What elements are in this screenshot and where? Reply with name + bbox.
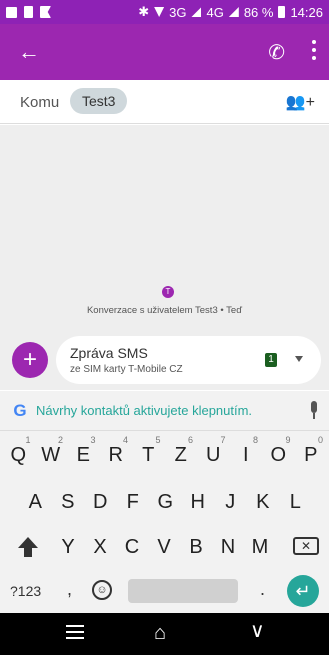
key-f[interactable]: F: [117, 480, 150, 524]
key-o[interactable]: O9: [262, 433, 295, 477]
sim-icon: 1: [265, 353, 277, 367]
key-i[interactable]: I8: [230, 433, 263, 477]
key-r[interactable]: R4: [100, 433, 133, 477]
key-v[interactable]: V: [148, 525, 180, 569]
key-k[interactable]: K: [247, 480, 280, 524]
home-icon[interactable]: ⌂: [154, 623, 166, 643]
sim-info: ze SIM karty T-Mobile CZ: [70, 364, 183, 375]
key-j[interactable]: J: [214, 480, 247, 524]
phone-icon[interactable]: ✆: [268, 40, 285, 65]
battery-icon: [278, 6, 286, 18]
comma-key[interactable]: ,: [67, 579, 72, 600]
key-e[interactable]: E3: [67, 433, 100, 477]
key-hint: 0: [317, 435, 323, 445]
key-g[interactable]: G: [149, 480, 182, 524]
key-hint: 3: [90, 435, 96, 445]
key-c[interactable]: C: [116, 525, 148, 569]
suggestion-text[interactable]: Návrhy kontaktů aktivujete klepnutím.: [36, 403, 252, 418]
message-field[interactable]: Zpráva SMS ze SIM karty T-Mobile CZ 1: [56, 336, 321, 384]
key-x[interactable]: X: [84, 525, 116, 569]
key-hint: 4: [122, 435, 128, 445]
key-hint: 1: [25, 435, 31, 445]
menu-icon[interactable]: [66, 625, 84, 639]
key-u[interactable]: U7: [197, 433, 230, 477]
key-hint: 2: [57, 435, 63, 445]
key-y[interactable]: Y: [52, 525, 84, 569]
key-a[interactable]: A: [19, 480, 52, 524]
key-t[interactable]: T5: [132, 433, 165, 477]
app-bar: ← ✆: [0, 24, 329, 80]
google-icon[interactable]: G: [10, 401, 30, 421]
chevron-down-icon[interactable]: [295, 356, 303, 362]
key-z[interactable]: Z6: [165, 433, 198, 477]
key-hint: 8: [252, 435, 258, 445]
clock: 14:26: [290, 4, 323, 20]
signal-icon: [191, 7, 202, 17]
network2-label: 4G: [206, 4, 224, 20]
key-hint: 7: [220, 435, 226, 445]
compose-row: + Zpráva SMS ze SIM karty T-Mobile CZ 1: [0, 330, 329, 390]
key-row-2: ASDFGHJKL: [0, 480, 329, 524]
key-w[interactable]: W2: [35, 433, 68, 477]
key-m[interactable]: M: [244, 525, 276, 569]
shift-icon[interactable]: [18, 537, 38, 557]
emoji-icon[interactable]: ☺: [92, 580, 112, 600]
status-bar: ✱ 3G 4G 86 % 14:26: [0, 0, 329, 24]
key-n[interactable]: N: [212, 525, 244, 569]
signal2-icon: [228, 7, 239, 17]
key-hint: 5: [155, 435, 161, 445]
key-p[interactable]: P0: [295, 433, 328, 477]
suggestion-strip[interactable]: G Návrhy kontaktů aktivujete klepnutím.: [0, 391, 329, 431]
symbols-key[interactable]: ?123: [10, 583, 41, 599]
keyboard: G Návrhy kontaktů aktivujete klepnutím. …: [0, 391, 329, 613]
attach-button[interactable]: +: [12, 342, 48, 378]
back-triangle-icon[interactable]: ∨: [250, 621, 265, 641]
document-icon: [24, 6, 33, 18]
key-h[interactable]: H: [182, 480, 215, 524]
backspace-icon[interactable]: ✕: [293, 537, 319, 555]
flag-icon: [40, 6, 51, 18]
key-hint: 9: [285, 435, 291, 445]
key-row-bottom: ?123 , ☺ . ↵: [0, 569, 329, 613]
conversation-info: Konverzace s uživatelem Test3 • Teď: [86, 305, 243, 316]
key-s[interactable]: S: [52, 480, 85, 524]
message-placeholder: Zpráva SMS: [70, 345, 148, 361]
notification-icons: [6, 6, 51, 18]
key-row-1: Q1W2E3R4T5Z6U7I8O9P0: [0, 433, 329, 477]
recipient-label: Komu: [20, 94, 60, 111]
battery-percent: 86 %: [243, 4, 274, 20]
wifi-icon: [154, 7, 165, 17]
image-icon: [6, 6, 17, 18]
recipient-chip[interactable]: Test3: [70, 88, 128, 114]
period-key[interactable]: .: [260, 579, 265, 600]
system-icons: ✱ 3G 4G 86 % 14:26: [138, 4, 323, 20]
add-person-icon[interactable]: 👥+: [286, 92, 315, 112]
key-hint: 6: [187, 435, 193, 445]
key-d[interactable]: D: [84, 480, 117, 524]
avatar: T: [162, 286, 174, 298]
bluetooth-icon: ✱: [138, 4, 150, 19]
key-b[interactable]: B: [180, 525, 212, 569]
key-q[interactable]: Q1: [2, 433, 35, 477]
key-row-3: ✕ YXCVBNM: [0, 525, 329, 569]
conversation-area: T Konverzace s uživatelem Test3 • Teď: [0, 125, 329, 330]
arrow-left-icon[interactable]: ←: [18, 40, 40, 64]
key-l[interactable]: L: [279, 480, 312, 524]
recipient-row: Komu Test3 👥+: [0, 80, 329, 124]
network-label: 3G: [169, 4, 187, 20]
enter-icon[interactable]: ↵: [287, 575, 319, 607]
mic-icon[interactable]: [309, 401, 319, 419]
navigation-bar: ⌂ ∨: [0, 613, 329, 655]
space-key[interactable]: [128, 579, 238, 603]
more-vert-icon[interactable]: [311, 38, 317, 62]
